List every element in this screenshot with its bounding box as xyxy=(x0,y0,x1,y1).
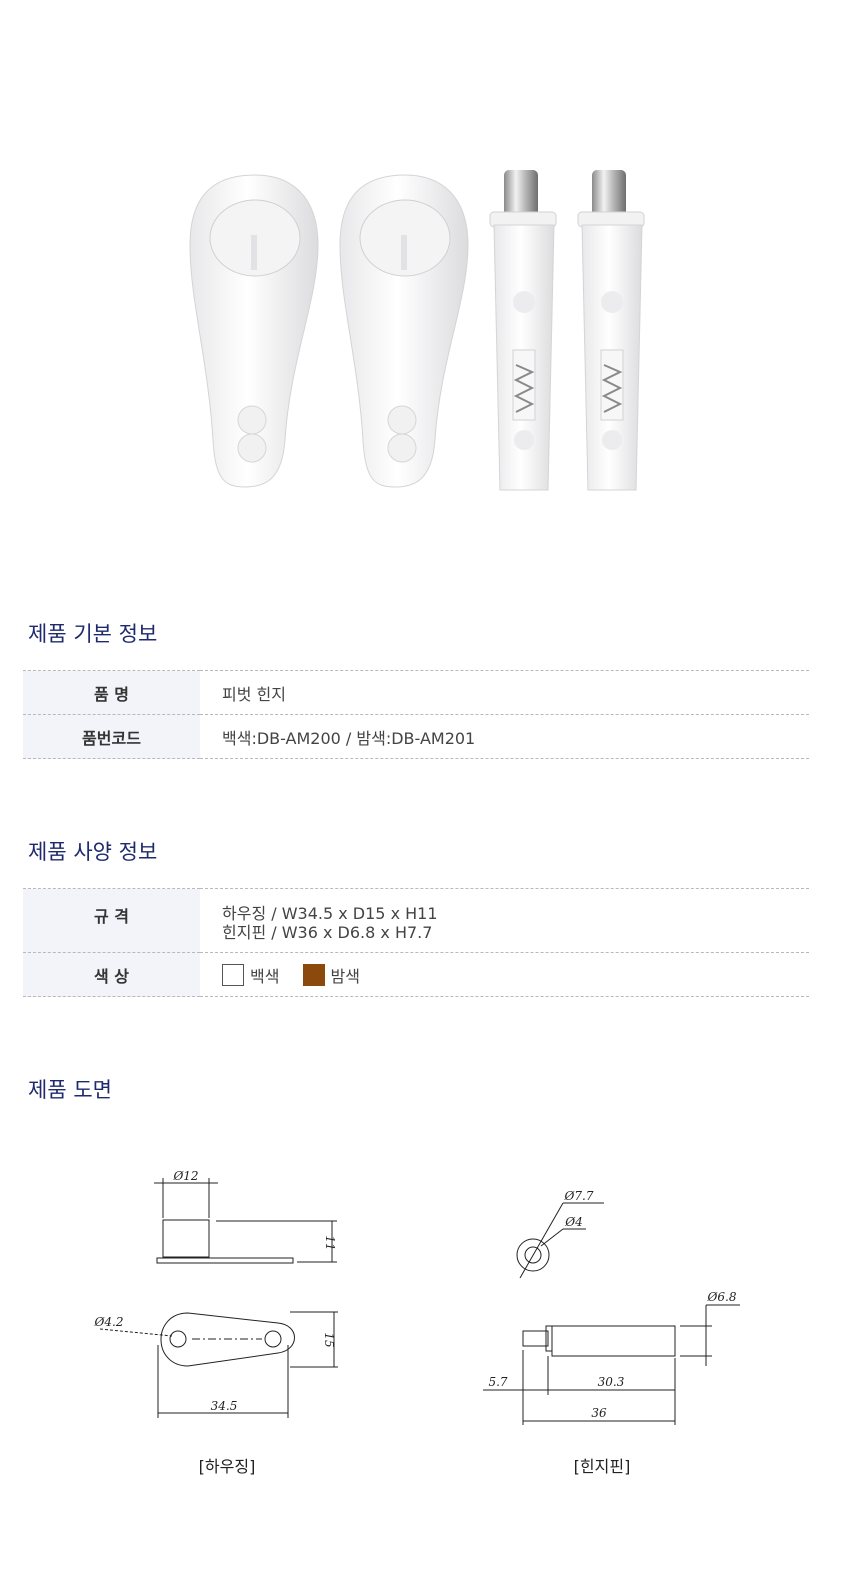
table-row: 품 명 피벗 힌지 xyxy=(23,670,809,715)
dim-pin-inner: Ø4 xyxy=(564,1215,582,1229)
pin-end-view xyxy=(516,1202,604,1279)
technical-drawing: Ø12 11 Ø4.2 15 34.5 Ø7.7 Ø4 Ø6.8 5.7 30.… xyxy=(94,1169,740,1425)
size-line-pin: 힌지핀 / W36 x D6.8 x H7.7 xyxy=(222,922,433,942)
dim-pin-outer: Ø7.7 xyxy=(564,1189,594,1203)
housing-caption: [하우징] xyxy=(198,1457,256,1476)
product-photo xyxy=(189,170,645,491)
size-value: 하우징 / W34.5 x D15 x H11 힌지핀 / W36 x D6.8… xyxy=(200,888,809,953)
housing-photo-2 xyxy=(339,174,469,488)
color-value: 백색 밤색 xyxy=(200,952,809,997)
dim-housing-height: 11 xyxy=(323,1235,337,1250)
product-code-value: 백색:DB-AM200 / 밤색:DB-AM201 xyxy=(200,714,809,759)
color-swatch-white xyxy=(222,963,244,986)
color-label: 색 상 xyxy=(23,952,200,997)
spec-info-table: 규 격 하우징 / W34.5 x D15 x H11 힌지핀 / W36 x … xyxy=(23,888,809,997)
dim-housing-hole: Ø4.2 xyxy=(94,1315,124,1329)
pin-photo-1 xyxy=(489,170,557,491)
dim-housing-length: 34.5 xyxy=(211,1399,238,1413)
dim-pin-short: 5.7 xyxy=(488,1375,507,1389)
table-row: 품번코드 백색:DB-AM200 / 밤색:DB-AM201 xyxy=(23,714,809,759)
dim-pin-body: Ø6.8 xyxy=(707,1290,737,1304)
pin-photo-2 xyxy=(577,170,645,491)
dim-pin-mid: 30.3 xyxy=(598,1375,625,1389)
dim-housing-width: 15 xyxy=(322,1332,336,1347)
pin-caption: [힌지핀] xyxy=(573,1457,631,1476)
basic-info-title: 제품 기본 정보 xyxy=(28,622,158,646)
table-row: 규 격 하우징 / W34.5 x D15 x H11 힌지핀 / W36 x … xyxy=(23,888,809,953)
color-swatch-brown xyxy=(302,963,325,986)
dim-pin-total: 36 xyxy=(591,1406,607,1420)
table-row: 색 상 백색 밤색 xyxy=(23,952,809,997)
housing-side-view xyxy=(154,1178,337,1264)
housing-photo-1 xyxy=(189,174,319,488)
color-name-brown: 밤색 xyxy=(330,966,360,986)
color-name-white: 백색 xyxy=(250,966,280,986)
product-code-label: 품번코드 xyxy=(23,714,200,759)
product-name-value: 피벗 힌지 xyxy=(200,670,809,715)
size-label: 규 격 xyxy=(23,888,200,953)
pin-side-view xyxy=(483,1304,740,1425)
basic-info-table: 품 명 피벗 힌지 품번코드 백색:DB-AM200 / 밤색:DB-AM201 xyxy=(23,670,809,759)
drawing-title: 제품 도면 xyxy=(28,1078,112,1102)
dim-housing-top-diameter: Ø12 xyxy=(172,1169,198,1183)
spec-info-title: 제품 사양 정보 xyxy=(28,840,158,864)
size-line-housing: 하우징 / W34.5 x D15 x H11 xyxy=(222,903,438,923)
product-name-label: 품 명 xyxy=(23,670,200,715)
